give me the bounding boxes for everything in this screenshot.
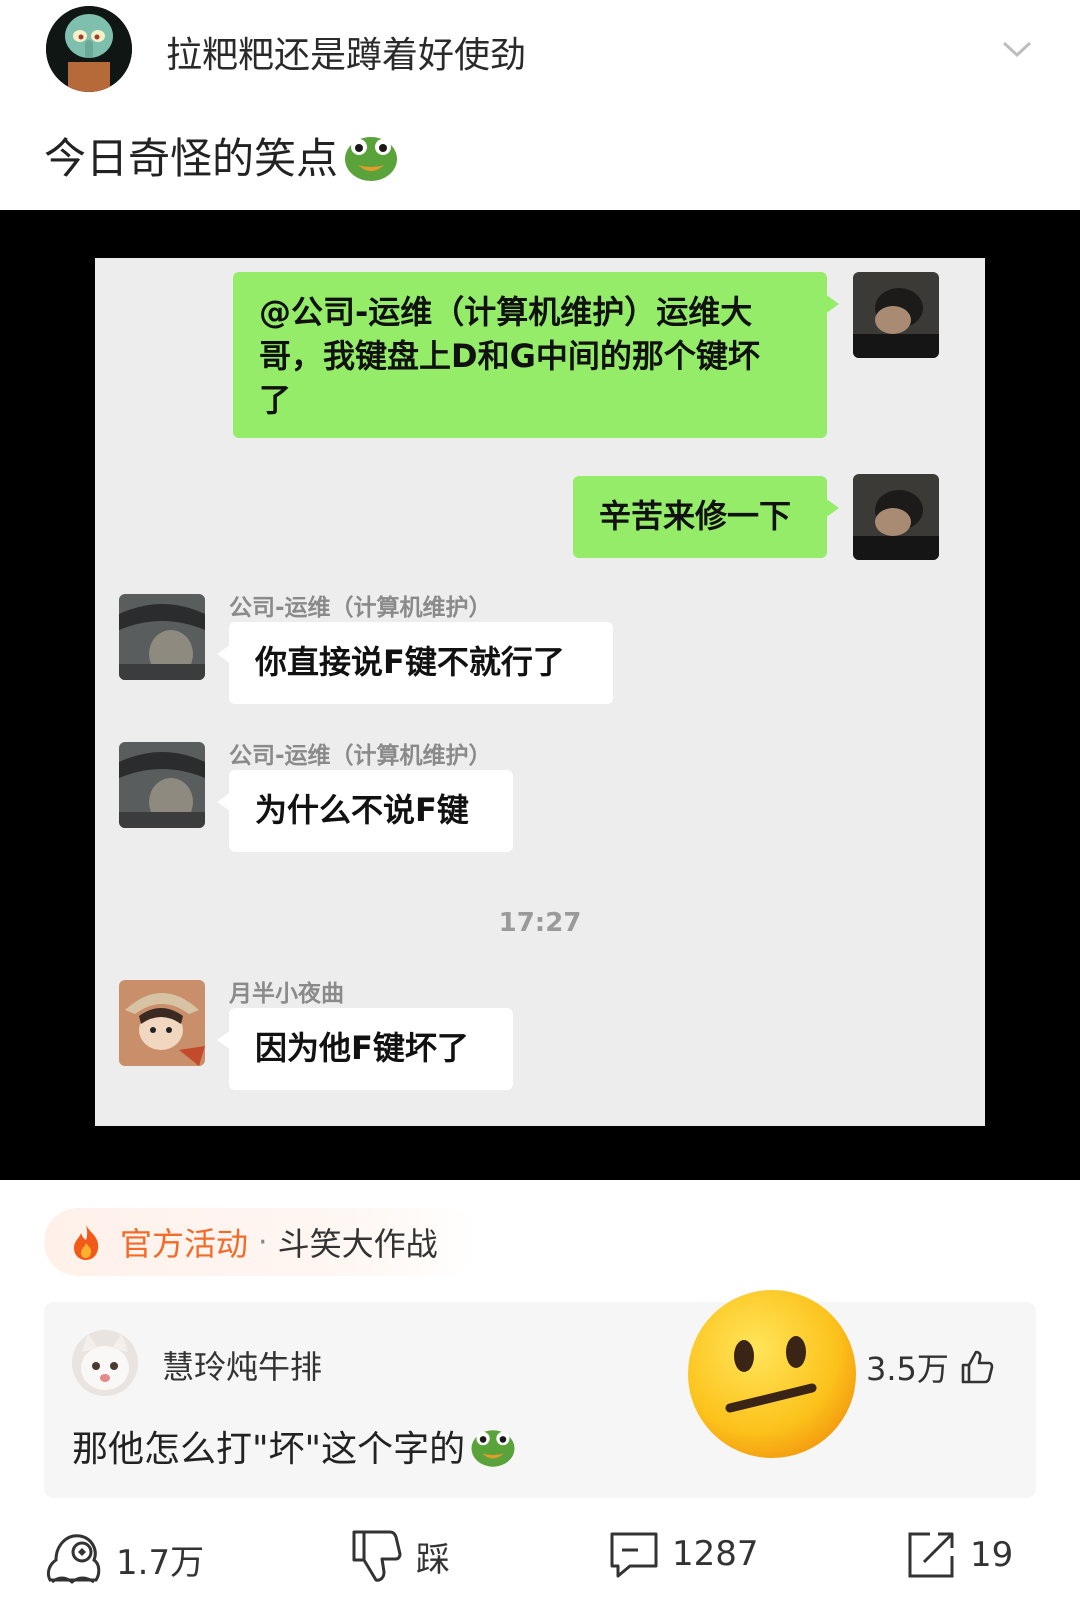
share-count: 19 [970,1535,1014,1575]
comment-icon [610,1532,658,1578]
bubble-text: 辛苦来修一下 [599,497,792,535]
green-frog-emoji-icon [345,136,398,181]
bubble-line: 了 [259,381,292,419]
activity-label: 官方活动 [120,1225,249,1263]
action-bar: 1.7万 踩 1287 19 [0,1520,1080,1603]
post-image[interactable]: @公司-运维（计算机维护）运维大 哥，我键盘上D和G中间的那个键坏 了 辛苦来修… [0,210,1080,1180]
sender-name: 月半小夜曲 [229,981,344,1007]
sender-name: 公司-运维（计算机维护） [229,595,492,621]
bubble-text: 你直接说F键不就行了 [255,643,565,681]
repost-count: 1.7万 [116,1542,205,1583]
commenter-avatar[interactable] [72,1330,138,1396]
thumbs-down-icon [352,1530,402,1582]
post-header: 拉粑粑还是蹲着好使劲 [0,0,1080,110]
bubble-text: 因为他F键坏了 [255,1029,469,1067]
bubble-line: @公司-运维（计算机维护）运维大 [259,293,753,331]
chat-bubble-sent: 辛苦来修一下 [573,476,839,558]
receiver-avatar [119,742,205,828]
sender-avatar [853,272,939,358]
sender-name: 公司-运维（计算机维护） [229,743,492,769]
chat-bubble-received: 你直接说F键不就行了 [217,622,613,704]
top-comment[interactable]: 慧玲炖牛排 那他怎么打"坏"这个字的 3.5万 [44,1290,1036,1498]
sender-avatar [853,474,939,560]
chevron-down-icon[interactable] [1000,32,1034,66]
chat-screenshot: @公司-运维（计算机维护）运维大 哥，我键盘上D和G中间的那个键坏 了 辛苦来修… [95,258,985,1126]
share-button[interactable]: 19 [904,1528,1013,1582]
chat-timestamp: 17:27 [498,908,582,938]
repost-icon [46,1534,101,1584]
receiver-avatar [119,980,205,1066]
post-text-content: 今日奇怪的笑点 [44,134,339,183]
green-frog-emoji-icon [471,1430,515,1467]
activity-name: 斗笑大作战 [277,1225,438,1263]
dislike-label: 踩 [416,1539,450,1580]
repost-button[interactable]: 1.7万 [42,1528,204,1590]
post-text: 今日奇怪的笑点 [44,125,400,186]
bubble-line: 哥，我键盘上D和G中间的那个键坏 [259,337,760,375]
comment-like-count: 3.5万 [866,1350,949,1388]
username[interactable]: 拉粑粑还是蹲着好使劲 [166,26,526,78]
receiver-avatar [119,594,205,680]
chat-bubble-received: 因为他F键坏了 [217,1008,513,1090]
comment-like-button[interactable]: 3.5万 [866,1344,995,1390]
user-avatar[interactable] [46,6,132,92]
chat-bubble-received: 为什么不说F键 [217,770,513,852]
bubble-text: 为什么不说F键 [255,791,469,829]
share-icon [908,1532,954,1578]
neutral-face-emoji-icon [688,1290,856,1458]
thumbs-up-icon [961,1350,994,1384]
comment-button[interactable]: 1287 [608,1528,759,1580]
activity-separator: · [258,1224,268,1260]
flame-icon [74,1225,99,1260]
comment-text: 那他怎么打"坏"这个字的 [72,1420,517,1472]
chat-bubble-sent: @公司-运维（计算机维护）运维大 哥，我键盘上D和G中间的那个键坏 了 [233,272,839,438]
dislike-button[interactable]: 踩 [350,1528,450,1584]
comment-count: 1287 [672,1534,759,1574]
activity-tag[interactable]: 官方活动 · 斗笑大作战 [44,1208,480,1276]
comment-text-content: 那他怎么打"坏"这个字的 [72,1429,466,1470]
commenter-name[interactable]: 慧玲炖牛排 [162,1342,322,1388]
